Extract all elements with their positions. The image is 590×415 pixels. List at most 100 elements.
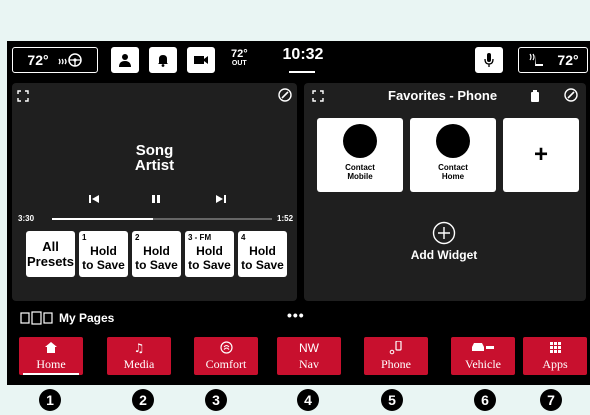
preset-label-line1: Hold <box>90 244 117 258</box>
preset-label-line1: Hold <box>249 244 276 258</box>
callout-badge-7: 7 <box>540 389 562 411</box>
nav-apps-button[interactable]: Apps <box>523 337 587 375</box>
heated-steering-icon <box>57 52 83 68</box>
preset-label-line1: Hold <box>196 244 223 258</box>
artist-name: Artist <box>134 157 175 174</box>
contact-label-line1: Contact <box>438 163 468 172</box>
edit-widget-icon[interactable] <box>564 88 578 107</box>
battery-icon <box>531 89 539 107</box>
climate-icon <box>194 340 258 355</box>
nav-nav-label: Nav <box>299 357 319 371</box>
camera-button[interactable] <box>187 47 215 73</box>
callout-badge-4: 4 <box>297 389 319 411</box>
nav-home-label: Home <box>36 357 66 371</box>
preset-number: 4 <box>241 233 246 242</box>
contact-mobile-tile[interactable]: Contact Mobile <box>317 118 403 192</box>
preset-4-button[interactable]: 4 Hold to Save <box>238 231 287 277</box>
contact-avatar <box>343 124 377 158</box>
preset-number: 1 <box>82 233 87 242</box>
person-icon <box>118 53 132 67</box>
preset-label-line2: to Save <box>82 258 125 272</box>
nav-nav-button[interactable]: NW Nav <box>277 337 341 375</box>
profile-button[interactable] <box>111 47 139 73</box>
driver-climate-button[interactable]: 72° <box>12 47 98 73</box>
compass-icon: NW <box>299 340 319 355</box>
voice-button[interactable] <box>475 47 503 73</box>
heated-seat-icon <box>527 52 545 68</box>
nav-apps-label: Apps <box>542 357 568 371</box>
page-indicator-dots[interactable]: ••• <box>287 307 305 323</box>
all-presets-button[interactable]: All Presets <box>26 231 75 277</box>
callout-badge-3: 3 <box>205 389 227 411</box>
favorites-title: Favorites - Phone <box>388 88 498 103</box>
preset-label-line2: Presets <box>27 254 74 269</box>
nav-vehicle-button[interactable]: Vehicle <box>451 337 515 375</box>
nav-phone-label: Phone <box>381 357 411 371</box>
progress-track[interactable] <box>52 218 272 220</box>
callout-badge-2: 2 <box>132 389 154 411</box>
contact-avatar <box>436 124 470 158</box>
nav-comfort-label: Comfort <box>205 357 247 371</box>
notifications-button[interactable] <box>149 47 177 73</box>
preset-label-line2: to Save <box>241 258 284 272</box>
nav-media-button[interactable]: ♫ Media <box>107 337 171 375</box>
preset-label-line1: Hold <box>143 244 170 258</box>
preset-label-line2: to Save <box>188 258 231 272</box>
passenger-climate-button[interactable]: 72° <box>518 47 588 73</box>
expand-icon[interactable] <box>312 89 324 107</box>
time-elapsed: 3:30 <box>18 214 35 223</box>
callout-badge-5: 5 <box>381 389 403 411</box>
car-icon <box>451 340 515 355</box>
edit-widget-icon[interactable] <box>278 88 292 107</box>
outside-temp-value: 72° <box>231 48 248 60</box>
contact-home-tile[interactable]: Contact Home <box>410 118 496 192</box>
outside-temperature: 72° OUT <box>231 49 248 69</box>
preset-number: 2 <box>135 233 140 242</box>
status-bar: 72° 72° OUT 10:32 72° <box>7 41 590 81</box>
nav-media-label: Media <box>123 357 155 371</box>
bell-icon <box>156 53 170 67</box>
microphone-icon <box>484 52 494 68</box>
add-widget-button[interactable]: Add Widget <box>404 221 484 262</box>
drawer-handle[interactable] <box>289 71 315 73</box>
plus-icon: + <box>533 141 548 168</box>
my-pages-label: My Pages <box>59 311 115 325</box>
driver-temp: 72° <box>27 52 49 68</box>
screen: 72° 72° OUT 10:32 72° Song Artist 3:30 1… <box>7 41 590 385</box>
clock: 10:32 <box>282 46 324 63</box>
song-title: Song <box>135 142 174 159</box>
phone-icon <box>364 340 428 355</box>
music-note-icon: ♫ <box>133 340 145 355</box>
contact-label-line2: Mobile <box>347 172 373 181</box>
add-widget-label: Add Widget <box>410 248 478 262</box>
preset-number: 3 - FM <box>188 233 212 242</box>
next-track-icon[interactable] <box>215 191 227 209</box>
progress-fill <box>52 218 154 220</box>
nav-phone-button[interactable]: Phone <box>364 337 428 375</box>
plus-circle-icon <box>404 221 484 245</box>
callout-badge-6: 6 <box>474 389 496 411</box>
nav-bar: Home ♫ Media Comfort NW Nav Phone Vehicl… <box>7 333 590 381</box>
favorites-widget: Favorites - Phone Contact Mobile Contact… <box>304 83 586 301</box>
nav-vehicle-label: Vehicle <box>465 357 501 371</box>
time-total: 1:52 <box>277 214 294 223</box>
preset-3-button[interactable]: 3 - FM Hold to Save <box>185 231 234 277</box>
pause-icon[interactable] <box>151 191 161 209</box>
preset-2-button[interactable]: 2 Hold to Save <box>132 231 181 277</box>
contact-label-line2: Home <box>441 172 465 181</box>
song-info: Song Artist <box>12 143 297 173</box>
outside-temp-label: OUT <box>231 60 247 67</box>
nav-comfort-button[interactable]: Comfort <box>194 337 258 375</box>
preset-label-line1: All <box>42 239 59 254</box>
contact-label-line1: Contact <box>345 163 375 172</box>
expand-icon[interactable] <box>17 89 29 107</box>
passenger-temp: 72° <box>557 52 579 68</box>
grid-icon <box>523 340 587 355</box>
add-favorite-button[interactable]: + <box>503 118 579 192</box>
pages-icon <box>20 311 54 325</box>
nav-home-button[interactable]: Home <box>19 337 83 375</box>
preset-1-button[interactable]: 1 Hold to Save <box>79 231 128 277</box>
home-icon <box>19 340 83 355</box>
my-pages-button[interactable]: My Pages <box>20 311 114 325</box>
previous-track-icon[interactable] <box>88 191 100 209</box>
